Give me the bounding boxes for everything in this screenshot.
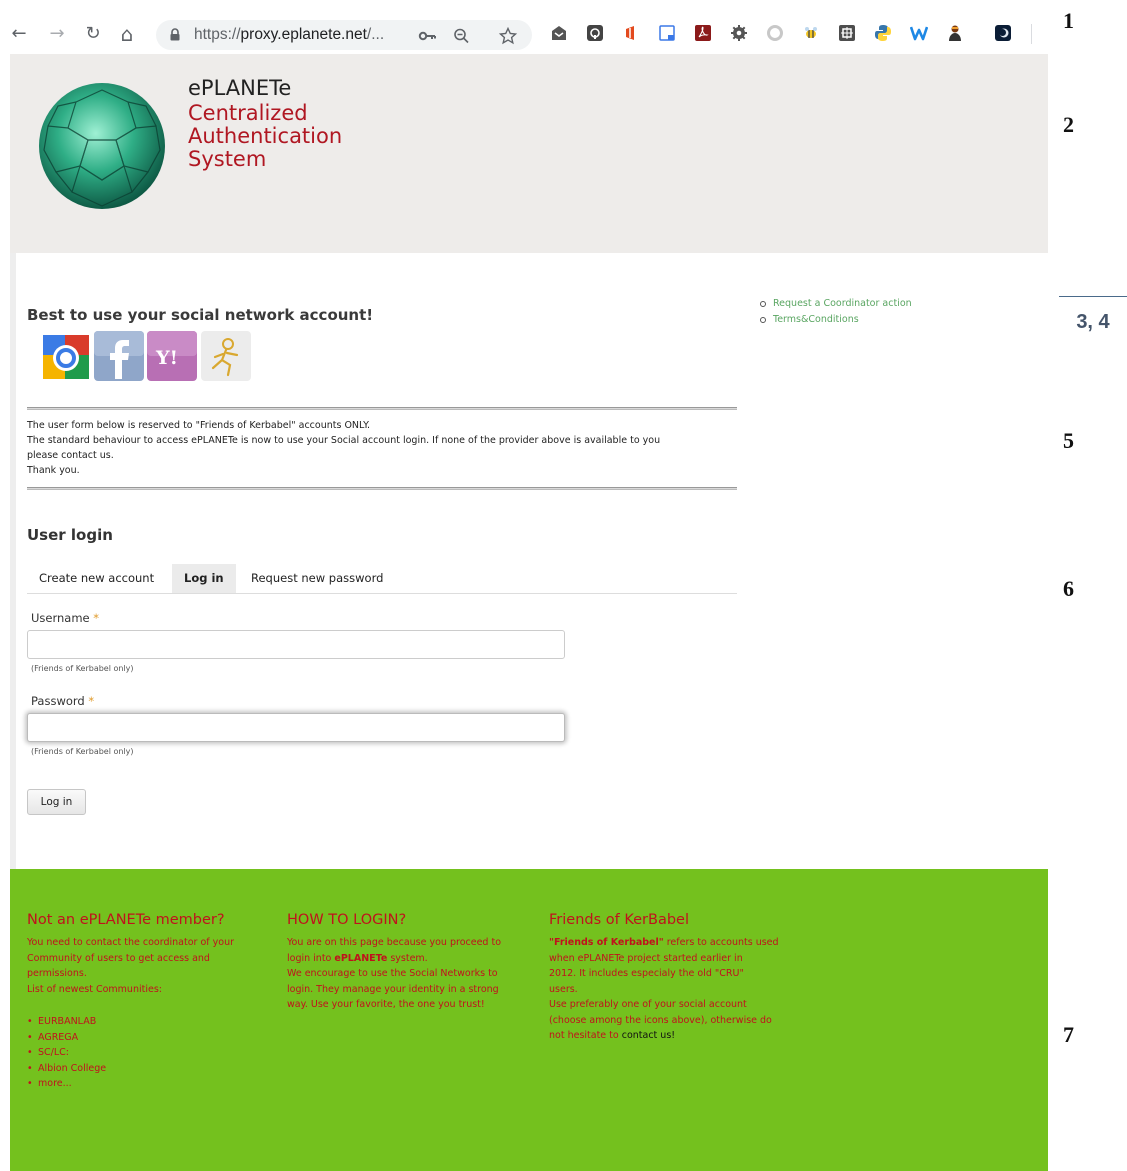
gear-extension-icon[interactable] — [730, 24, 748, 42]
password-label: Password * — [31, 694, 95, 708]
footer-text: 2012. It includes especialy the old "CRU… — [549, 968, 744, 979]
footer-text: not hesitate to contact us! — [549, 1030, 676, 1041]
bookmark-star-icon[interactable] — [498, 27, 518, 45]
puzzle-extension-icon[interactable] — [838, 24, 856, 42]
marker-2: 2 — [1063, 112, 1074, 137]
community-link[interactable]: SC/LC: — [27, 1045, 272, 1061]
home-icon[interactable]: ⌂ — [116, 22, 138, 46]
notice-line: The user form below is reserved to "Frie… — [27, 420, 370, 431]
terms-conditions-link[interactable]: Terms&Conditions — [760, 312, 912, 328]
browser-toolbar: ← → ↻ ⌂ https://proxy.eplanete.net/... — [0, 0, 1048, 54]
tab-log-in[interactable]: Log in — [172, 564, 236, 593]
yahoo-login-icon[interactable]: Y! — [147, 331, 197, 381]
footer-col-friends: Friends of KerBabel "Friends of Kerbabel… — [549, 911, 794, 1044]
zoom-icon[interactable] — [452, 27, 472, 45]
marker-7: 7 — [1063, 1022, 1074, 1047]
footer-text: (choose among the icons above), otherwis… — [549, 1014, 772, 1026]
footer-text: login. They manage your identity in a st… — [287, 983, 499, 995]
python-extension-icon[interactable] — [874, 24, 892, 42]
window-extension-icon[interactable] — [658, 24, 676, 42]
footer-col-how-to-login: HOW TO LOGIN? You are on this page becau… — [287, 911, 532, 1013]
footer-text: Community of users to get access and — [27, 952, 210, 964]
footer-text: users. — [549, 983, 578, 995]
community-link[interactable]: AGREGA — [27, 1030, 272, 1046]
reload-icon[interactable]: ↻ — [82, 22, 104, 46]
community-more-link[interactable]: more... — [27, 1076, 272, 1092]
marker-1: 1 — [1063, 8, 1074, 33]
globe-logo-icon[interactable] — [36, 80, 168, 212]
toolbar-divider — [1031, 24, 1032, 44]
footer-text: permissions. — [27, 968, 87, 979]
marker-5: 5 — [1063, 428, 1074, 453]
footer-text: "Friends of Kerbabel" refers to accounts… — [549, 937, 779, 948]
pdf-extension-icon[interactable] — [694, 24, 712, 42]
password-input[interactable] — [27, 713, 565, 742]
username-hint: (Friends of Kerbabel only) — [31, 664, 134, 673]
side-links: Request a Coordinator action Terms&Condi… — [760, 296, 912, 328]
notice-line: Thank you. — [27, 465, 80, 476]
footer-text: You are on this page because you proceed… — [287, 937, 502, 948]
login-tabs: Create new account Log in Request new pa… — [27, 564, 737, 594]
footer-col-membership: Not an ePLANETe member? You need to cont… — [27, 911, 272, 1092]
facebook-login-icon[interactable] — [94, 331, 144, 381]
username-input[interactable] — [27, 630, 565, 659]
back-arrow-icon[interactable]: ← — [8, 22, 30, 46]
bee-extension-icon[interactable] — [802, 24, 820, 42]
community-list: EURBANLAB AGREGA SC/LC: Albion College m… — [27, 1014, 272, 1092]
footer-text: Use preferably one of your social accoun… — [549, 999, 747, 1010]
notice-divider-top — [27, 407, 737, 410]
social-login-title: Best to use your social network account! — [27, 306, 374, 324]
site-subtitle: Centralized Authentication System — [188, 102, 342, 171]
community-link[interactable]: EURBANLAB — [27, 1014, 272, 1030]
login-submit-button[interactable]: Log in — [27, 789, 86, 815]
circle-extension-icon[interactable] — [766, 24, 784, 42]
user-login-title: User login — [27, 526, 113, 544]
url-text: https://proxy.eplanete.net/... — [194, 26, 385, 43]
subtitle-line: System — [188, 147, 267, 171]
footer-text: List of newest Communities: — [27, 983, 162, 995]
footer-text: when ePLANETe project started earlier in — [549, 952, 743, 964]
marker-3-4: 3, 4 — [1059, 296, 1127, 334]
address-bar[interactable]: https://proxy.eplanete.net/... — [156, 20, 532, 50]
footer-text: We encourage to use the Social Networks … — [287, 968, 498, 979]
contact-us-link[interactable]: contact us! — [622, 1030, 675, 1041]
subtitle-line: Centralized — [188, 101, 308, 125]
footer-text: You need to contact the coordinator of y… — [27, 937, 234, 948]
subtitle-line: Authentication — [188, 124, 343, 148]
w-extension-icon[interactable] — [910, 24, 928, 42]
marker-6: 6 — [1063, 576, 1074, 601]
lock-icon — [170, 28, 180, 41]
office-extension-icon[interactable] — [622, 24, 640, 42]
request-coordinator-link[interactable]: Request a Coordinator action — [760, 296, 912, 312]
tab-create-account[interactable]: Create new account — [27, 564, 166, 593]
shield-extension-icon[interactable] — [586, 24, 604, 42]
site-header: ePLANETe Centralized Authentication Syst… — [10, 54, 1048, 253]
password-hint: (Friends of Kerbabel only) — [31, 747, 134, 756]
notice-line: please contact us. — [27, 450, 114, 461]
google-login-icon[interactable] — [41, 331, 91, 381]
footer-heading: Friends of KerBabel — [549, 912, 689, 928]
site-footer: Not an ePLANETe member? You need to cont… — [10, 869, 1048, 1171]
dark-circle-extension-icon[interactable] — [994, 24, 1012, 42]
footer-heading: Not an ePLANETe member? — [27, 912, 225, 928]
inbox-extension-icon[interactable] — [550, 24, 568, 42]
figure-extension-icon[interactable] — [946, 24, 964, 42]
notice-divider-bottom — [27, 487, 737, 490]
forward-arrow-icon[interactable]: → — [46, 22, 68, 46]
notice-text: The user form below is reserved to "Frie… — [27, 418, 737, 478]
footer-heading: HOW TO LOGIN? — [287, 912, 407, 928]
username-label: Username * — [31, 611, 100, 625]
aim-login-icon[interactable] — [201, 331, 251, 381]
svg-text:Y!: Y! — [155, 347, 178, 369]
tab-request-password[interactable]: Request new password — [239, 564, 395, 593]
community-link[interactable]: Albion College — [27, 1061, 272, 1077]
footer-text: login into ePLANETe system. — [287, 952, 428, 964]
key-icon[interactable] — [418, 27, 438, 45]
site-title: ePLANETe — [188, 76, 292, 100]
notice-line: The standard behaviour to access ePLANET… — [27, 435, 661, 446]
footer-text: way. Use your favorite, the one you trus… — [287, 999, 485, 1010]
